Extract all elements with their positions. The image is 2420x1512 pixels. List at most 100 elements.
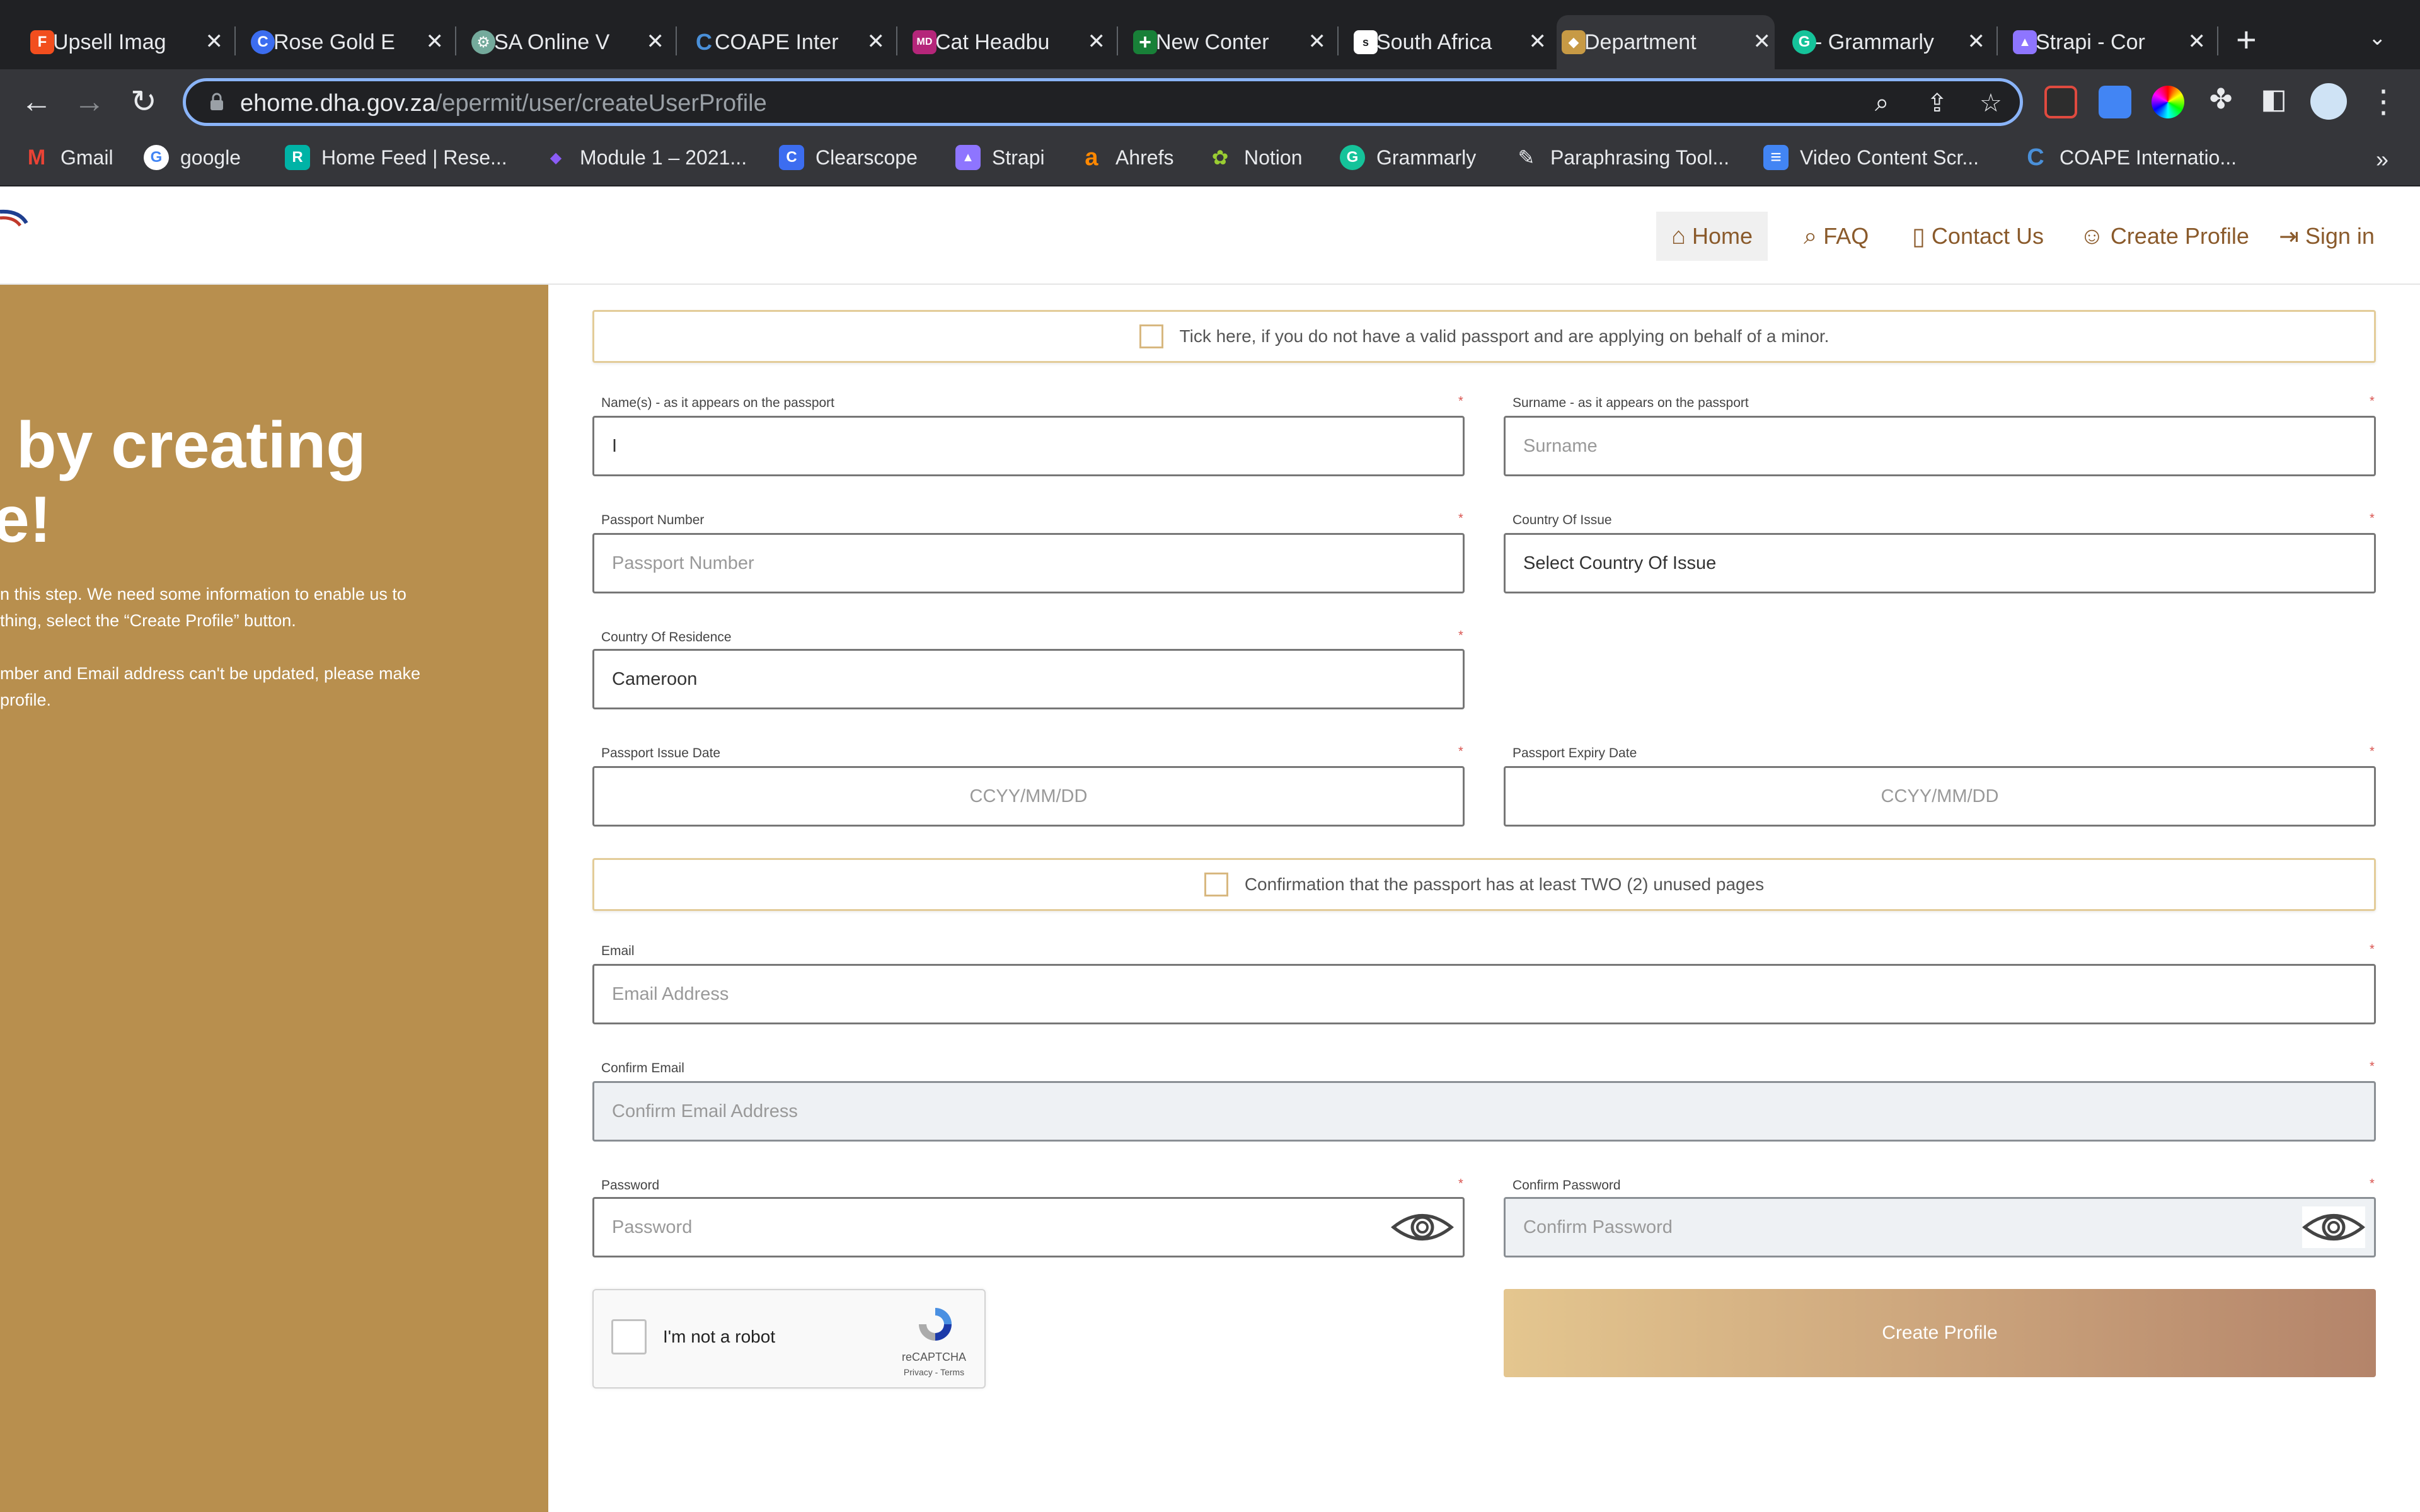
- recaptcha-brand: reCAPTCHA: [901, 1351, 966, 1363]
- browser-tab[interactable]: ⚙ SA Online V ✕: [466, 15, 668, 69]
- nav-sign-in[interactable]: ⇥ Sign in: [2264, 212, 2390, 261]
- close-tab-icon[interactable]: ✕: [1753, 29, 1772, 54]
- bookmark-video-content[interactable]: ≡ Video Content Scr...: [1763, 145, 1979, 170]
- close-tab-icon[interactable]: ✕: [205, 29, 224, 54]
- recaptcha-checkbox[interactable]: [611, 1319, 647, 1354]
- sheets-icon: +: [1133, 30, 1157, 54]
- recaptcha-terms-link[interactable]: Privacy - Terms: [890, 1367, 978, 1377]
- passport-number-input[interactable]: Passport Number: [592, 533, 1465, 593]
- clearscope-icon: C: [779, 145, 804, 170]
- recaptcha-logo-icon: [919, 1308, 952, 1341]
- extension-icon[interactable]: [2044, 86, 2077, 118]
- bookmark-gmail[interactable]: M Gmail: [24, 145, 113, 170]
- close-tab-icon[interactable]: ✕: [867, 29, 885, 54]
- minor-applicant-checkbox-row[interactable]: Tick here, if you do not have a valid pa…: [592, 310, 2376, 363]
- unused-pages-checkbox-row[interactable]: Confirmation that the passport has at le…: [592, 858, 2376, 911]
- intro-panel: by creating le! n this step. We need som…: [0, 285, 548, 1512]
- minor-applicant-checkbox[interactable]: [1139, 324, 1163, 348]
- browser-tab[interactable]: + New Conter ✕: [1128, 15, 1330, 69]
- google-translate-icon[interactable]: [2099, 86, 2131, 118]
- bookmark-strapi[interactable]: ▲ Strapi: [955, 145, 1045, 170]
- show-password-eye-icon[interactable]: [1391, 1206, 1454, 1248]
- bookmark-grammarly[interactable]: G Grammarly: [1340, 145, 1476, 170]
- expiry-date-input[interactable]: CCYY/MM/DD: [1504, 766, 2376, 827]
- tab-search-chevron-icon[interactable]: ⌄: [2368, 25, 2387, 50]
- country-of-issue-select[interactable]: Select Country Of Issue: [1504, 533, 2376, 593]
- bookmark-star-icon[interactable]: ☆: [1979, 89, 2002, 118]
- names-label: Name(s) - as it appears on the passport: [601, 396, 835, 410]
- site-icon: s: [1354, 30, 1378, 54]
- clearscope-icon: C: [251, 30, 275, 54]
- close-tab-icon[interactable]: ✕: [426, 29, 444, 54]
- confirm-password-label: Confirm Password: [1512, 1178, 1621, 1193]
- zoom-icon[interactable]: ⌕: [1875, 89, 1889, 117]
- surname-label: Surname - as it appears on the passport: [1512, 396, 1749, 410]
- reload-icon[interactable]: ↻: [125, 83, 163, 120]
- password-input[interactable]: Password: [592, 1197, 1465, 1257]
- color-picker-icon[interactable]: [2152, 86, 2184, 118]
- browser-tab[interactable]: F Upsell Imag ✕: [25, 15, 227, 69]
- profile-avatar[interactable]: [2310, 83, 2347, 120]
- browser-tab-active[interactable]: ◆ Department ✕: [1557, 15, 1775, 69]
- issue-date-label: Passport Issue Date: [601, 746, 721, 760]
- gmail-icon: M: [27, 145, 46, 169]
- nav-home[interactable]: ⌂ Home: [1656, 212, 1768, 261]
- close-tab-icon[interactable]: ✕: [1529, 29, 1547, 54]
- bookmark-ahrefs[interactable]: a Ahrefs: [1079, 144, 1173, 171]
- bookmark-home-feed[interactable]: R Home Feed | Rese...: [285, 145, 507, 170]
- bookmark-paraphrasing[interactable]: ✎ Paraphrasing Tool...: [1514, 145, 1729, 170]
- side-panel-icon[interactable]: ◧: [2255, 83, 2293, 115]
- close-tab-icon[interactable]: ✕: [1968, 29, 1986, 54]
- bookmark-google[interactable]: Ggoogle: [144, 145, 241, 170]
- email-input[interactable]: Email Address: [592, 964, 2376, 1024]
- logo: [0, 209, 28, 227]
- nav-create-profile[interactable]: ☺ Create Profile: [2065, 212, 2264, 261]
- required-marker: *: [1458, 1177, 1463, 1191]
- confirm-email-label: Confirm Email: [601, 1061, 684, 1075]
- confirm-email-input[interactable]: Confirm Email Address: [592, 1081, 2376, 1142]
- researchgate-icon: R: [285, 145, 310, 170]
- bookmarks-overflow-icon[interactable]: »: [2376, 146, 2388, 173]
- bookmark-notion[interactable]: ✿ Notion: [1207, 145, 1303, 170]
- address-bar[interactable]: ehome.dha.gov.za/epermit/user/createUser…: [183, 78, 2023, 126]
- close-tab-icon[interactable]: ✕: [1088, 29, 1106, 54]
- close-tab-icon[interactable]: ✕: [1308, 29, 1327, 54]
- issue-date-input[interactable]: CCYY/MM/DD: [592, 766, 1465, 827]
- required-marker: *: [2370, 512, 2375, 525]
- close-tab-icon[interactable]: ✕: [2188, 29, 2206, 54]
- bookmark-coape[interactable]: C COAPE Internatio...: [2023, 144, 2237, 171]
- unused-pages-checkbox[interactable]: [1204, 873, 1228, 896]
- passport-number-label: Passport Number: [601, 513, 705, 527]
- show-confirm-password-eye-icon[interactable]: [2302, 1206, 2365, 1248]
- coape-icon: C: [696, 29, 712, 55]
- back-arrow-icon[interactable]: ←: [18, 83, 55, 120]
- forward-arrow-icon[interactable]: →: [71, 83, 108, 120]
- share-icon[interactable]: ⇪: [1927, 89, 1948, 118]
- nav-contact-us[interactable]: ▯ Contact Us: [1897, 212, 2059, 261]
- strapi-icon: ▲: [2013, 30, 2037, 54]
- required-marker: *: [1458, 745, 1463, 759]
- close-tab-icon[interactable]: ✕: [647, 29, 665, 54]
- browser-tab[interactable]: s South Africa ✕: [1349, 15, 1550, 69]
- browser-tab[interactable]: C Rose Gold E ✕: [246, 15, 447, 69]
- nav-faq[interactable]: ⌕ FAQ: [1789, 212, 1884, 261]
- new-tab-button[interactable]: +: [2236, 19, 2257, 60]
- menu-kebab-icon[interactable]: ⋮: [2365, 83, 2402, 120]
- names-input[interactable]: I: [592, 416, 1465, 476]
- confirm-password-input[interactable]: Confirm Password: [1504, 1197, 2376, 1257]
- url-text: ehome.dha.gov.za/epermit/user/createUser…: [240, 90, 767, 117]
- bookmark-clearscope[interactable]: C Clearscope: [779, 145, 918, 170]
- browser-tab[interactable]: ▲ Strapi - Cor ✕: [2008, 15, 2210, 69]
- country-of-residence-select[interactable]: Cameroon: [592, 649, 1465, 709]
- browser-tab[interactable]: C COAPE Inter ✕: [687, 15, 889, 69]
- extensions-puzzle-icon[interactable]: ✤: [2202, 83, 2240, 115]
- docs-icon: ≡: [1763, 145, 1789, 170]
- surname-input[interactable]: Surname: [1504, 416, 2376, 476]
- intro-paragraph: n this step. We need some information to…: [0, 585, 406, 630]
- bookmark-module[interactable]: ◆ Module 1 – 2021...: [543, 145, 747, 170]
- create-profile-button[interactable]: Create Profile: [1504, 1289, 2376, 1377]
- google-icon: G: [144, 145, 169, 170]
- browser-tab[interactable]: G - Grammarly ✕: [1787, 15, 1989, 69]
- ahrefs-icon: a: [1085, 144, 1098, 171]
- browser-tab[interactable]: MD Cat Headbu ✕: [908, 15, 1109, 69]
